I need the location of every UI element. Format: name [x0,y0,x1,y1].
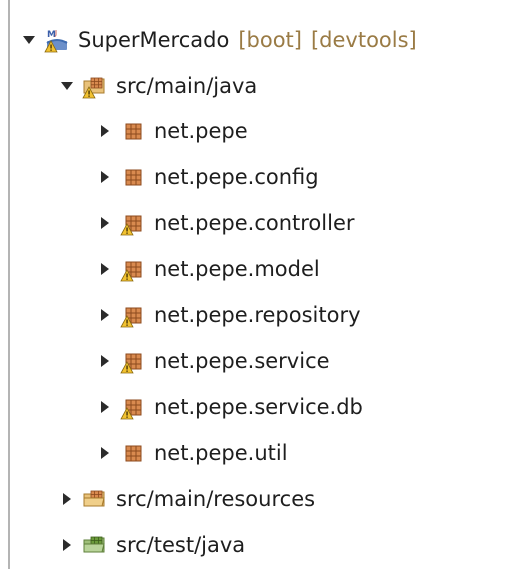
source-folder-warning-icon [82,73,108,99]
source-folder-label: src/main/resources [116,487,316,511]
package-icon [120,164,146,190]
package-label: net.pepe [154,119,248,143]
tree-item-package[interactable]: net.pepe.config [0,157,505,197]
resources-folder-icon [82,486,108,512]
expand-arrow-icon[interactable] [98,216,112,230]
expand-arrow-icon[interactable] [98,262,112,276]
package-warning-icon [120,348,146,374]
expand-arrow-icon[interactable] [60,492,74,506]
project-decoration-boot: [boot] [238,28,302,52]
tree-item-package[interactable]: net.pepe [0,111,505,151]
test-source-folder-icon [82,532,108,558]
expand-arrow-icon[interactable] [98,308,112,322]
expand-arrow-icon[interactable] [98,124,112,138]
package-warning-icon [120,302,146,328]
tree-item-project[interactable]: M J SuperMercado [boot] [devtools] [0,20,505,60]
package-label: net.pepe.util [154,441,288,465]
package-label: net.pepe.controller [154,211,355,235]
project-name: SuperMercado [78,28,230,52]
expand-arrow-icon[interactable] [98,170,112,184]
tree-item-src-test-java[interactable]: src/test/java [0,525,505,565]
package-label: net.pepe.model [154,257,320,281]
package-warning-icon [120,394,146,420]
package-icon [120,440,146,466]
tree-item-package[interactable]: net.pepe.util [0,433,505,473]
tree-item-package[interactable]: net.pepe.controller [0,203,505,243]
maven-java-project-warning-icon: M J [44,27,70,53]
source-folder-label: src/main/java [116,74,258,98]
package-label: net.pepe.service.db [154,395,363,419]
source-folder-label: src/test/java [116,533,246,557]
tree-item-package[interactable]: net.pepe.repository [0,295,505,335]
tree-item-src-main-resources[interactable]: src/main/resources [0,479,505,519]
collapse-arrow-icon[interactable] [60,79,74,93]
package-explorer-tree: M J SuperMercado [boot] [devtools] src/m… [0,0,505,569]
tree-item-package[interactable]: net.pepe.service [0,341,505,381]
tree-item-package[interactable]: net.pepe.model [0,249,505,289]
package-warning-icon [120,256,146,282]
project-decoration-devtools: [devtools] [310,28,417,52]
expand-arrow-icon[interactable] [98,400,112,414]
package-label: net.pepe.service [154,349,330,373]
tree-item-package[interactable]: net.pepe.service.db [0,387,505,427]
package-label: net.pepe.repository [154,303,361,327]
expand-arrow-icon[interactable] [60,538,74,552]
expand-arrow-icon[interactable] [98,446,112,460]
svg-text:J: J [54,29,57,37]
package-label: net.pepe.config [154,165,319,189]
package-icon [120,118,146,144]
expand-arrow-icon[interactable] [98,354,112,368]
tree-item-src-main-java[interactable]: src/main/java [0,66,505,106]
collapse-arrow-icon[interactable] [22,33,36,47]
package-warning-icon [120,210,146,236]
